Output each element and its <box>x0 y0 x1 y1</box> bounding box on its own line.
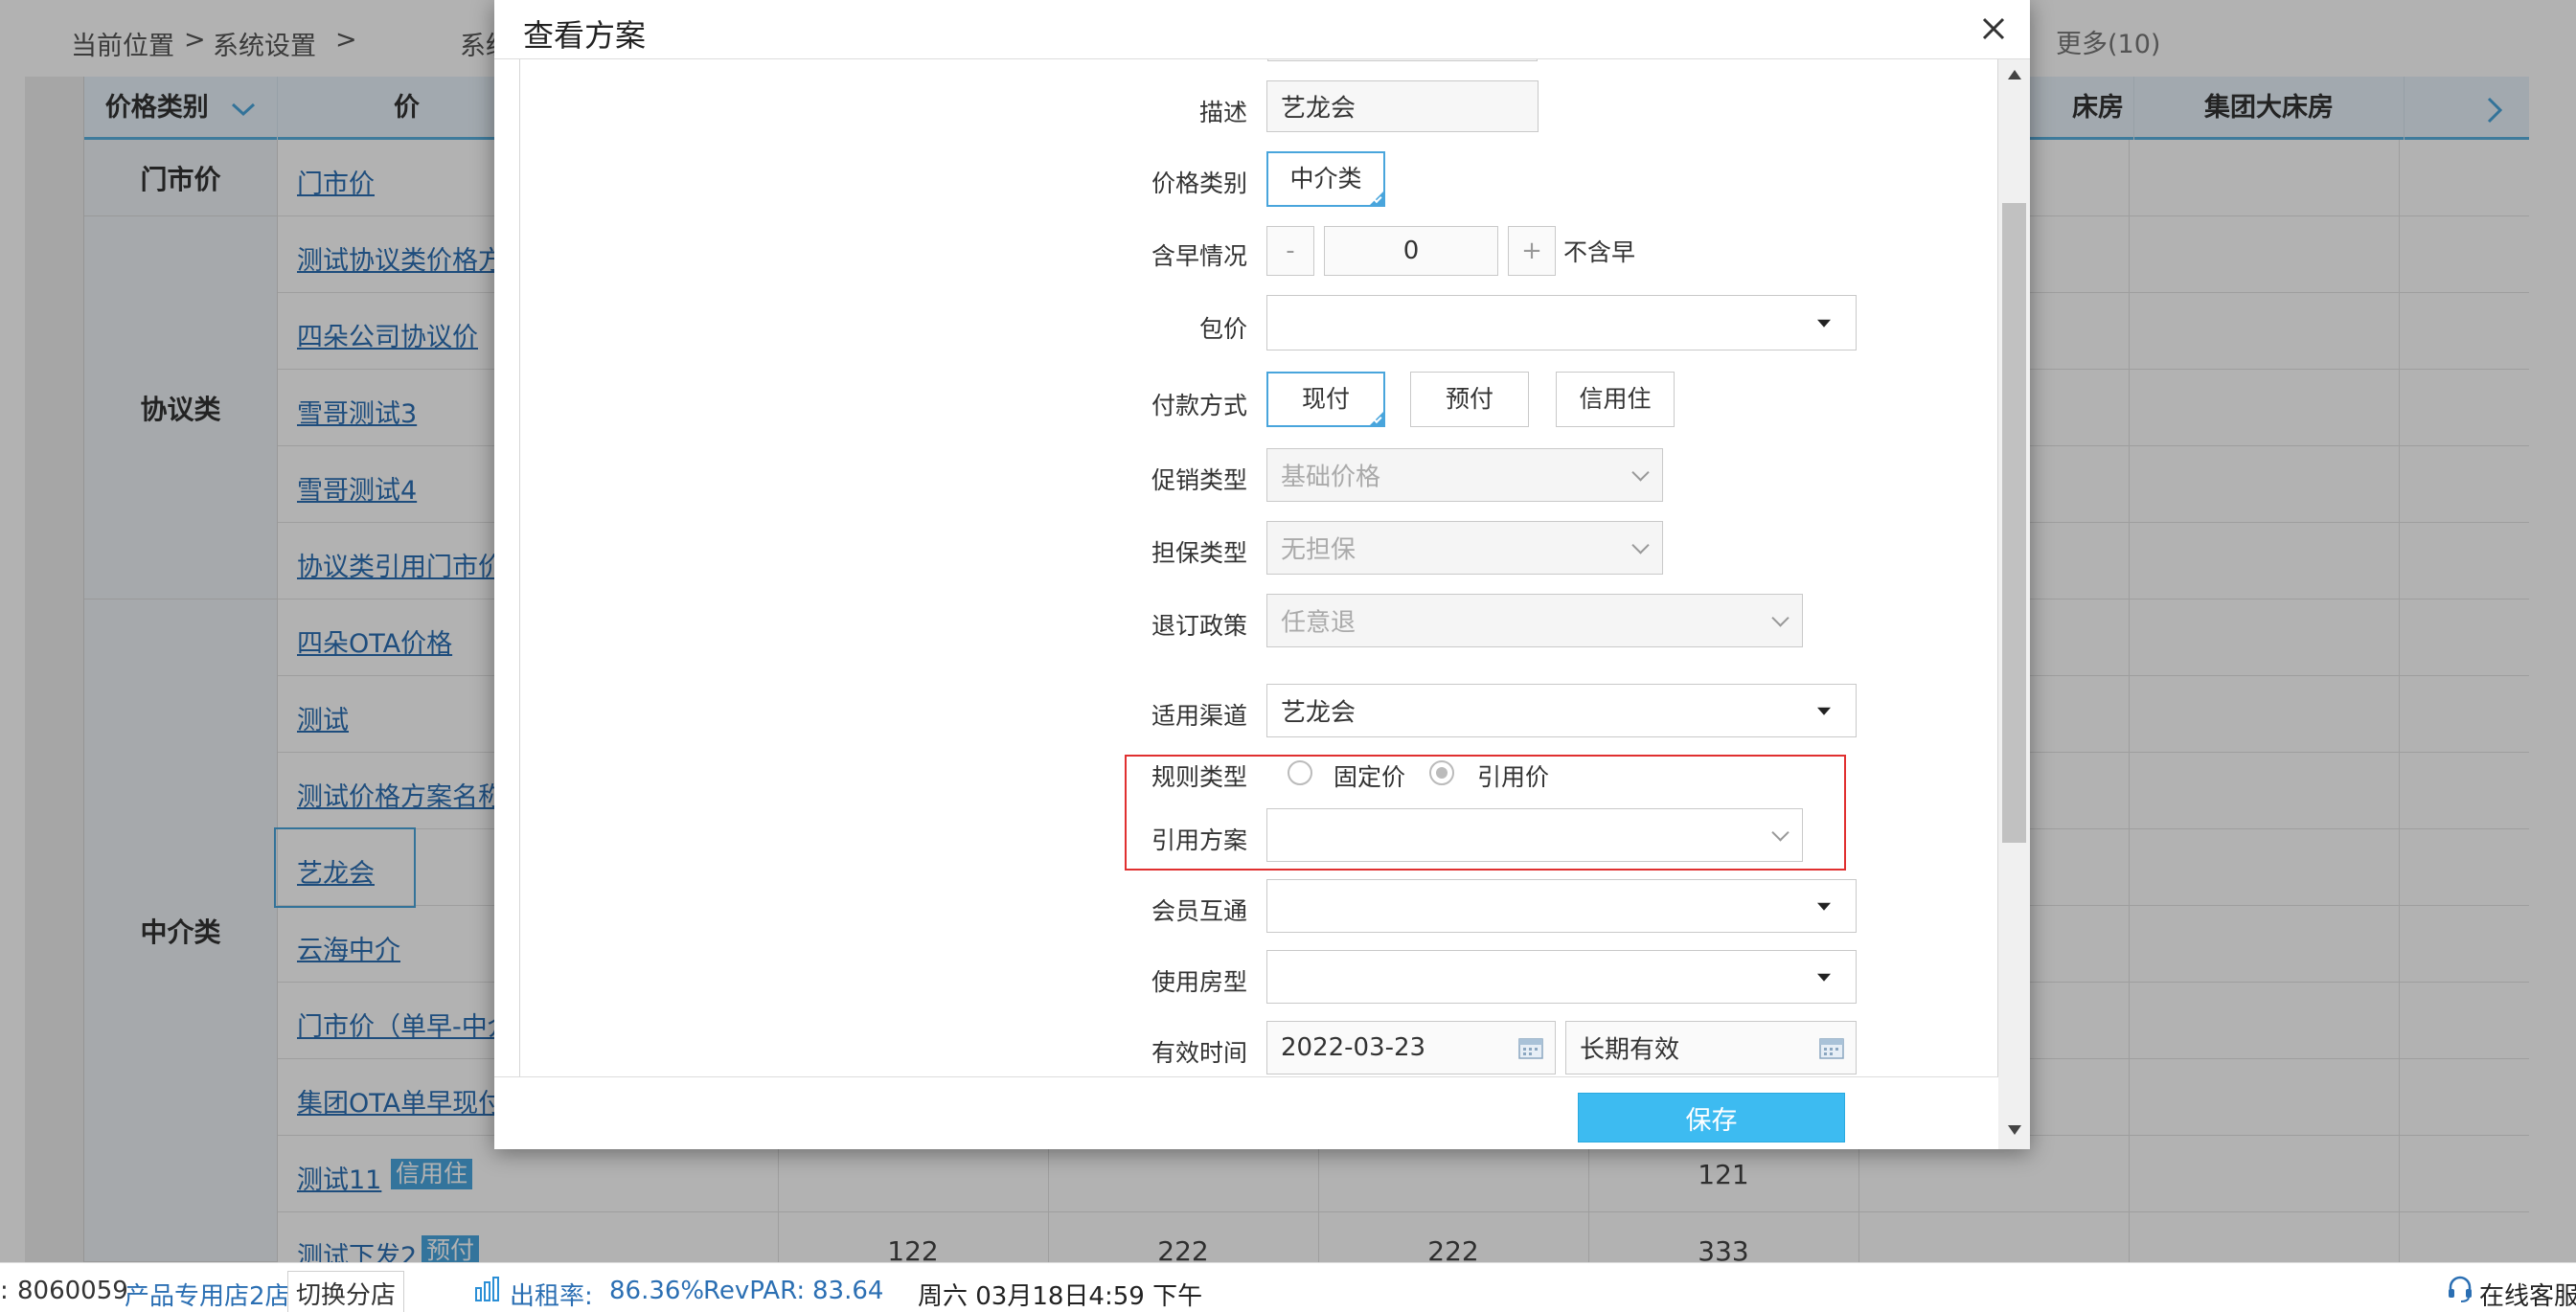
package-select[interactable] <box>1266 295 1857 351</box>
dropdown-arrow-icon <box>1817 973 1831 982</box>
cancel-policy-select[interactable]: 任意退 <box>1266 594 1803 647</box>
rule-type-ref-label: 引用价 <box>1477 763 1550 791</box>
rule-type-fixed-radio[interactable] <box>1288 760 1312 785</box>
price-category-option[interactable]: 中介类 <box>1266 151 1385 207</box>
price-category-label: 价格类别 <box>1151 170 1247 197</box>
occupancy-label: 出租率: <box>510 1282 593 1311</box>
dropdown-arrow-icon <box>1817 319 1831 328</box>
payment-option-pay-now[interactable]: 现付 <box>1266 372 1385 427</box>
member-share-label: 会员互通 <box>1151 897 1247 925</box>
channel-select[interactable]: 艺龙会 <box>1266 684 1857 737</box>
dialog-scrollbar[interactable] <box>1998 59 2030 1149</box>
store-name: 产品专用店2店 <box>125 1282 290 1311</box>
dialog-title: 查看方案 <box>523 17 647 54</box>
scroll-down-arrow-icon[interactable] <box>2007 1124 2022 1136</box>
scrollbar-thumb[interactable] <box>2002 203 2026 843</box>
valid-end-date-field[interactable]: 长期有效 <box>1565 1021 1857 1074</box>
online-service-link[interactable]: 在线客服 <box>2479 1277 2576 1312</box>
dropdown-arrow-icon <box>1817 707 1831 715</box>
save-button[interactable]: 保存 <box>1578 1093 1845 1142</box>
scroll-up-arrow-icon[interactable] <box>2007 69 2022 80</box>
cancel-policy-label: 退订政策 <box>1151 612 1247 640</box>
chevron-down-icon <box>1631 464 1650 482</box>
room-type-label: 使用房型 <box>1151 968 1247 996</box>
revpar-label: RevPAR: <box>703 1277 806 1305</box>
cut-off-field <box>1267 59 1538 61</box>
valid-time-label: 有效时间 <box>1151 1039 1247 1067</box>
breakfast-decrement-button[interactable]: - <box>1266 226 1314 276</box>
member-share-select[interactable] <box>1266 879 1857 933</box>
guarantee-type-select[interactable]: 无担保 <box>1266 521 1663 575</box>
current-datetime: 周六 03月18日4:59 下午 <box>918 1282 1203 1311</box>
calendar-icon[interactable] <box>1518 1036 1543 1059</box>
ref-plan-select[interactable] <box>1266 808 1803 862</box>
room-type-select[interactable] <box>1266 950 1857 1004</box>
rule-type-ref-radio[interactable] <box>1429 760 1454 785</box>
payment-label: 付款方式 <box>1151 392 1247 419</box>
status-bar: : 8060059 产品专用店2店 切换分店 出租率: 86.36% RevPA… <box>0 1262 2576 1312</box>
description-field[interactable]: 艺龙会 <box>1266 80 1539 132</box>
bar-chart-icon <box>475 1277 499 1301</box>
ref-plan-label: 引用方案 <box>1151 826 1247 854</box>
payment-option-credit[interactable]: 信用住 <box>1556 372 1675 427</box>
package-label: 包价 <box>1198 315 1247 343</box>
rule-type-label: 规则类型 <box>1151 763 1247 791</box>
dialog-header: 查看方案 <box>494 0 2030 59</box>
occupancy-value: 86.36% <box>609 1277 705 1305</box>
close-icon[interactable] <box>1974 10 2013 48</box>
store-code: 8060059 <box>17 1277 128 1305</box>
breakfast-increment-button[interactable]: + <box>1508 226 1556 276</box>
promo-type-select[interactable]: 基础价格 <box>1266 448 1663 502</box>
rule-type-fixed-label: 固定价 <box>1334 763 1406 791</box>
channel-label: 适用渠道 <box>1151 702 1247 730</box>
breakfast-count-field[interactable]: 0 <box>1324 226 1498 276</box>
status-id-prefix: : <box>0 1277 9 1305</box>
dialog-footer: 保存 <box>494 1076 1998 1149</box>
breakfast-label: 含早情况 <box>1151 242 1247 270</box>
valid-start-date-field[interactable]: 2022-03-23 <box>1266 1021 1556 1074</box>
guarantee-type-label: 担保类型 <box>1151 539 1247 567</box>
promo-type-label: 促销类型 <box>1151 466 1247 494</box>
description-label: 描述 <box>1198 99 1247 126</box>
revpar-value: 83.64 <box>812 1277 884 1305</box>
view-plan-dialog: 查看方案 描述 艺龙会 价格类别 中介类 含早情况 - 0 + 不含早 包价 付… <box>494 0 2030 1149</box>
calendar-icon[interactable] <box>1819 1036 1844 1059</box>
headset-icon[interactable] <box>2447 1275 2473 1303</box>
chevron-down-icon <box>1631 536 1650 554</box>
chevron-down-icon <box>1771 824 1790 842</box>
dropdown-arrow-icon <box>1817 902 1831 911</box>
switch-store-button[interactable]: 切换分店 <box>287 1271 405 1312</box>
breakfast-text: 不含早 <box>1563 238 1636 266</box>
payment-option-prepay[interactable]: 预付 <box>1410 372 1529 427</box>
chevron-down-icon <box>1771 609 1790 627</box>
